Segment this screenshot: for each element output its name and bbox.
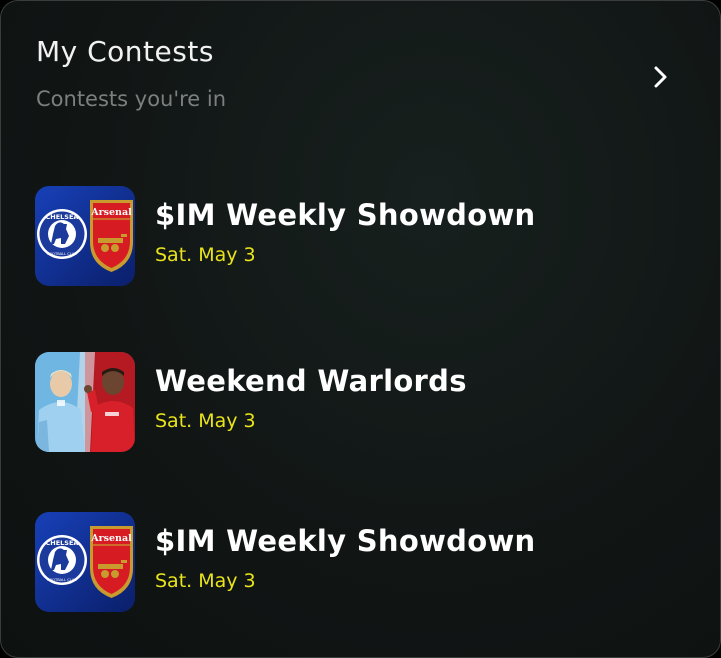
chelsea-crest-icon: CHELSEA FOOTBALL CLUB (37, 209, 87, 259)
contest-thumbnail (35, 352, 135, 452)
svg-text:FOOTBALL CLUB: FOOTBALL CLUB (47, 252, 77, 256)
section-subtitle: Contests you're in (36, 87, 227, 111)
contest-thumbnail: CHELSEA FOOTBALL CLUB Arsenal (35, 186, 135, 286)
contest-item[interactable]: CHELSEA FOOTBALL CLUB Arsenal $IM Weekly… (35, 512, 655, 612)
contest-date: Sat. May 3 (155, 244, 256, 266)
svg-text:Arsenal: Arsenal (90, 533, 132, 544)
section-title: My Contests (36, 35, 214, 68)
svg-text:CHELSEA: CHELSEA (46, 539, 79, 547)
arsenal-crest-icon: Arsenal (90, 200, 133, 272)
arsenal-crest-icon: Arsenal (90, 526, 133, 598)
contest-item[interactable]: Weekend Warlords Sat. May 3 (35, 352, 655, 452)
svg-text:FOOTBALL CLUB: FOOTBALL CLUB (47, 578, 77, 582)
contest-thumbnail: CHELSEA FOOTBALL CLUB Arsenal (35, 512, 135, 612)
contest-name: $IM Weekly Showdown (155, 524, 536, 558)
svg-text:CHELSEA: CHELSEA (46, 213, 79, 221)
chevron-right-icon[interactable] (649, 65, 673, 89)
contest-date: Sat. May 3 (155, 570, 256, 592)
contest-name: $IM Weekly Showdown (155, 198, 536, 232)
contest-date: Sat. May 3 (155, 410, 256, 432)
chelsea-crest-icon: CHELSEA FOOTBALL CLUB (37, 535, 87, 585)
my-contests-card: My Contests Contests you're in CHELSEA F… (0, 0, 721, 658)
contest-name: Weekend Warlords (155, 364, 467, 398)
svg-text:Arsenal: Arsenal (90, 207, 132, 218)
contest-item[interactable]: CHELSEA FOOTBALL CLUB Arsenal $IM Weekly (35, 186, 655, 286)
